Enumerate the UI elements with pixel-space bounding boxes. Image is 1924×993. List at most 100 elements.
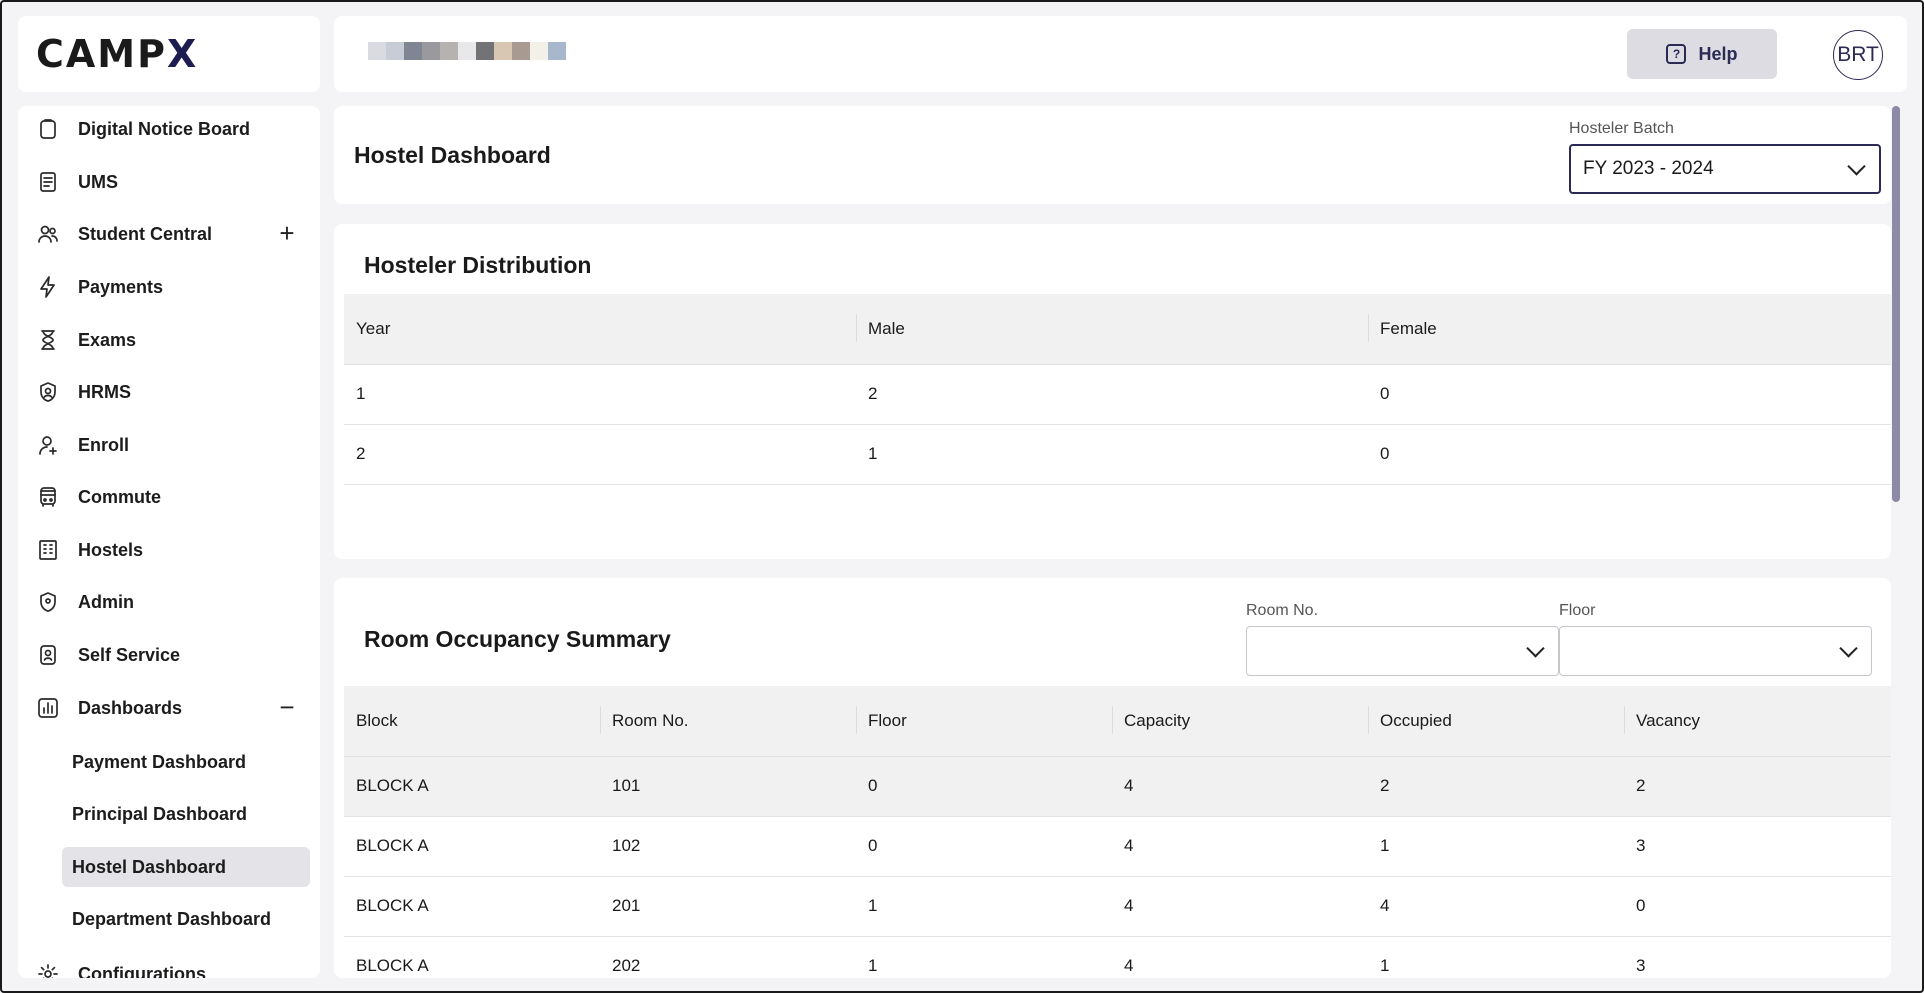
- sidebar-item-ums[interactable]: UMS: [18, 160, 320, 204]
- table-header-row: Block Room No. Floor Capacity Occupied V…: [344, 686, 1891, 757]
- table-row: 1 2 0: [344, 364, 1891, 425]
- sidebar-sub-payment-dashboard[interactable]: Payment Dashboard: [44, 742, 292, 782]
- occupancy-table: Block Room No. Floor Capacity Occupied V…: [344, 686, 1891, 978]
- table-cell: BLOCK A: [344, 876, 600, 937]
- sidebar-item-self-service[interactable]: Self Service: [18, 633, 320, 677]
- column-header: Male: [856, 294, 1368, 365]
- table-cell: 1: [344, 364, 856, 425]
- room-occupancy-card: Room Occupancy Summary Room No. Floor Bl…: [334, 578, 1891, 978]
- masked-pixel: [458, 42, 476, 60]
- sidebar-sub-department-dashboard[interactable]: Department Dashboard: [44, 899, 292, 939]
- expand-icon[interactable]: +: [274, 218, 300, 248]
- masked-institution-name: [368, 42, 566, 60]
- chevron-down-icon: [1847, 157, 1866, 176]
- table-cell: BLOCK A: [344, 756, 600, 817]
- masked-pixel: [368, 42, 386, 60]
- masked-pixel: [404, 42, 422, 60]
- badge-icon: [36, 380, 60, 404]
- table-row: 2 1 0: [344, 424, 1891, 485]
- collapse-icon[interactable]: −: [274, 692, 300, 722]
- question-icon: ?: [1666, 44, 1687, 64]
- table-row[interactable]: BLOCK A 101 0 4 2 2: [344, 756, 1891, 817]
- sidebar-item-digital-notice-board[interactable]: Digital Notice Board: [18, 107, 320, 151]
- table-header-row: Year Male Female: [344, 294, 1891, 365]
- masked-pixel: [512, 42, 530, 60]
- masked-pixel: [422, 42, 440, 60]
- table-cell: 3: [1624, 816, 1891, 877]
- column-header: Female: [1368, 294, 1891, 365]
- room-no-select[interactable]: [1246, 626, 1559, 676]
- table-cell: 1: [856, 876, 1112, 937]
- table-row[interactable]: BLOCK A 102 0 4 1 3: [344, 816, 1891, 877]
- sidebar-sub-principal-dashboard[interactable]: Principal Dashboard: [44, 794, 292, 834]
- table-cell: 2: [856, 364, 1368, 425]
- section-title: Hosteler Distribution: [364, 252, 592, 278]
- table-row[interactable]: BLOCK A 202 1 4 1 3: [344, 936, 1891, 978]
- column-header: Room No.: [600, 686, 856, 757]
- chart-icon: [36, 696, 60, 720]
- masked-pixel: [386, 42, 404, 60]
- table-cell: 4: [1112, 756, 1368, 817]
- id-badge-icon: [36, 643, 60, 667]
- sidebar-item-payments[interactable]: Payments: [18, 265, 320, 309]
- table-cell: 2: [1368, 756, 1624, 817]
- table-cell: 0: [856, 756, 1112, 817]
- floor-select[interactable]: [1559, 626, 1872, 676]
- table-cell: 4: [1112, 816, 1368, 877]
- masked-pixel: [476, 42, 494, 60]
- chevron-down-icon: [1839, 639, 1858, 658]
- sidebar-item-hostels[interactable]: Hostels: [18, 528, 320, 572]
- table-cell: BLOCK A: [344, 816, 600, 877]
- table-cell: 201: [600, 876, 856, 937]
- sidebar-item-hrms[interactable]: HRMS: [18, 370, 320, 414]
- bus-icon: [36, 485, 60, 509]
- avatar[interactable]: BRT: [1833, 30, 1883, 80]
- table-cell: 1: [856, 936, 1112, 978]
- logo-panel: CAMP X: [18, 16, 320, 92]
- table-cell: 4: [1112, 936, 1368, 978]
- table-cell: 202: [600, 936, 856, 978]
- table-cell: 1: [1368, 936, 1624, 978]
- sidebar-item-enroll[interactable]: Enroll: [18, 423, 320, 467]
- table-cell: 3: [1624, 936, 1891, 978]
- table-cell: 1: [1368, 816, 1624, 877]
- main-scrollbar[interactable]: [1892, 106, 1900, 502]
- section-title: Room Occupancy Summary: [364, 626, 671, 652]
- campx-logo[interactable]: CAMP X: [36, 32, 198, 76]
- sidebar-item-commute[interactable]: Commute: [18, 475, 320, 519]
- dashboard-header-card: Hostel Dashboard Hosteler Batch FY 2023 …: [334, 106, 1891, 204]
- sidebar: Digital Notice Board UMS Student Central…: [18, 106, 320, 978]
- lightning-icon: [36, 275, 60, 299]
- column-header: Vacancy: [1624, 686, 1891, 757]
- masked-pixel: [440, 42, 458, 60]
- masked-pixel: [548, 42, 566, 60]
- column-header: Floor: [856, 686, 1112, 757]
- floor-label: Floor: [1559, 602, 1596, 619]
- sidebar-item-exams[interactable]: Exams: [18, 318, 320, 362]
- chevron-down-icon: [1526, 639, 1545, 658]
- top-header: ? Help BRT: [334, 16, 1907, 92]
- help-button[interactable]: ? Help: [1627, 29, 1777, 79]
- column-header: Year: [344, 294, 856, 365]
- table-row[interactable]: BLOCK A 201 1 4 4 0: [344, 876, 1891, 937]
- sidebar-item-student-central[interactable]: Student Central +: [18, 212, 320, 256]
- table-cell: 0: [856, 816, 1112, 877]
- sidebar-sub-hostel-dashboard[interactable]: Hostel Dashboard: [62, 847, 310, 887]
- masked-pixel: [530, 42, 548, 60]
- gear-icon: [36, 962, 60, 978]
- table-cell: 101: [600, 756, 856, 817]
- hosteler-batch-select[interactable]: FY 2023 - 2024: [1569, 144, 1881, 194]
- hosteler-distribution-card: Hosteler Distribution Year Male Female 1…: [334, 224, 1891, 559]
- sidebar-item-configurations[interactable]: Configurations: [18, 952, 320, 978]
- room-no-label: Room No.: [1246, 602, 1319, 619]
- shield-icon: [36, 590, 60, 614]
- document-icon: [36, 170, 60, 194]
- sidebar-item-dashboards[interactable]: Dashboards −: [18, 686, 320, 730]
- hourglass-icon: [36, 328, 60, 352]
- column-header: Block: [344, 686, 600, 757]
- column-header: Occupied: [1368, 686, 1624, 757]
- masked-pixel: [494, 42, 512, 60]
- sidebar-item-admin[interactable]: Admin: [18, 580, 320, 624]
- table-cell: 2: [1624, 756, 1891, 817]
- user-plus-icon: [36, 433, 60, 457]
